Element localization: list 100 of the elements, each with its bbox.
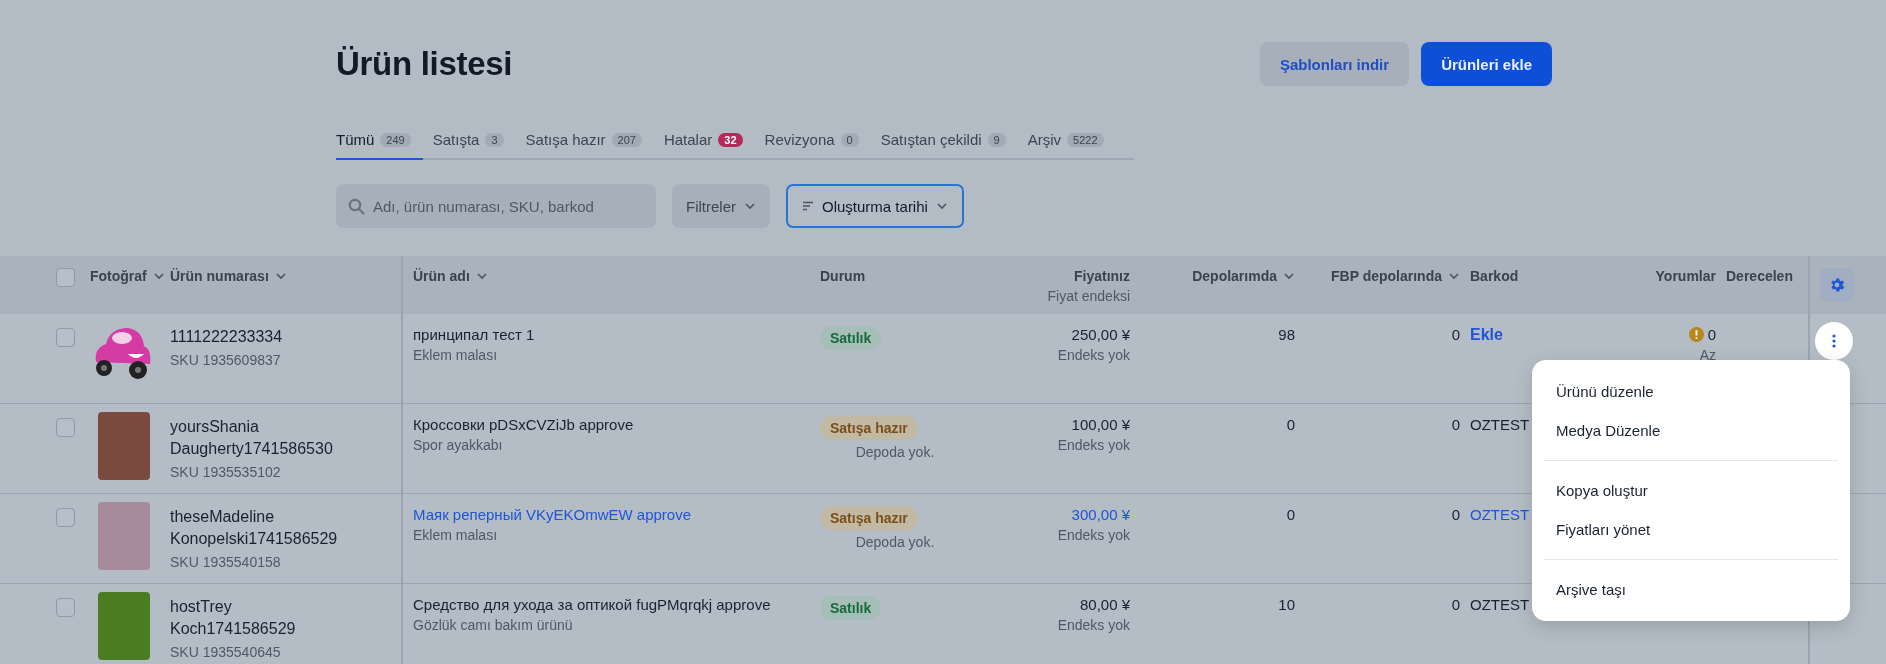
chevron-down-icon (152, 272, 165, 280)
product-number: yoursShania Daugherty1741586530 (170, 417, 333, 459)
add-products-button[interactable]: Ürünleri ekle (1421, 42, 1552, 86)
count-badge: 32 (718, 132, 743, 147)
filter-tab[interactable]: Satıştan çekildi 9 (880, 131, 1018, 160)
category-text: Eklem malası (413, 527, 498, 543)
column-header[interactable]: Derecelen (1726, 268, 1793, 284)
download-templates-button[interactable]: Şablonları indir (1259, 42, 1410, 86)
product-number: 1111222233334 (170, 327, 283, 347)
product-name: принципал тест 1 (413, 326, 535, 343)
menu-item[interactable]: Arşive taşı (1544, 570, 1850, 609)
select-all-checkbox[interactable] (56, 268, 75, 287)
fbp-stock-count: 0 (1451, 596, 1460, 613)
column-header[interactable]: FBP depolarında (1331, 268, 1460, 284)
sku-text: SKU 1935535102 (170, 464, 281, 480)
stock-count: 0 (1286, 506, 1295, 523)
stock-count: 0 (1286, 416, 1295, 433)
count-badge: 5222 (1067, 132, 1104, 147)
stock-count: 98 (1278, 326, 1295, 343)
price-text: 300,00 ¥ (1071, 506, 1130, 523)
filter-tab[interactable]: Arşiv 5222 (1027, 131, 1116, 160)
sku-text: SKU 1935540645 (170, 644, 281, 660)
chevron-down-icon (1283, 272, 1295, 280)
sort-icon (802, 201, 814, 211)
price-index-text: Endeks yok (1057, 527, 1130, 543)
status-badge: Satılık (820, 326, 882, 350)
column-subheader: Fiyat endeksi (1047, 288, 1130, 304)
column-header[interactable]: Ürün numarası (170, 268, 287, 284)
menu-item[interactable]: Kopya oluştur (1544, 471, 1850, 510)
product-name-link[interactable]: Маяк реперный VKyEKOmwEW approve (413, 506, 691, 523)
column-header[interactable]: Fotoğraf (90, 268, 165, 284)
row-checkbox[interactable] (56, 328, 75, 347)
product-name: Кроссовки pDSxCVZiJb approve (413, 416, 634, 433)
column-header[interactable]: Depolarımda (1192, 268, 1295, 284)
filter-tab[interactable]: Revizyona 0 (764, 131, 871, 160)
menu-item[interactable]: Medya Düzenle (1544, 411, 1850, 450)
fbp-stock-count: 0 (1451, 326, 1460, 343)
tab-label: Satıştan çekildi (880, 131, 982, 148)
count-badge: 0 (840, 132, 859, 147)
filter-tab[interactable]: Hatalar 32 (663, 131, 755, 160)
column-header[interactable]: Barkod (1470, 268, 1519, 284)
price-index-text: Endeks yok (1057, 617, 1130, 633)
tab-label: Satışa hazır (525, 131, 606, 148)
price-text: 100,00 ¥ (1071, 416, 1130, 433)
tab-label: Hatalar (663, 131, 713, 148)
chevron-down-icon (274, 272, 287, 280)
settings-button[interactable] (1820, 268, 1854, 302)
category-text: Eklem malası (413, 347, 498, 363)
column-header[interactable]: Fiyatınız (1074, 268, 1130, 284)
column-header[interactable]: Durum (820, 268, 866, 284)
product-number: hostTrey Koch1741586529 (170, 597, 296, 639)
fbp-stock-count: 0 (1451, 506, 1460, 523)
filters-button[interactable]: Filtreler (672, 184, 770, 228)
tab-label: Arşiv (1027, 131, 1062, 148)
count-badge: 249 (380, 132, 411, 147)
count-badge: 3 (485, 132, 504, 147)
tab-label: Tümü (336, 131, 375, 148)
filter-tab[interactable]: Satışta 3 (432, 131, 516, 160)
page-title: Ürün listesi (336, 45, 513, 83)
chevron-down-icon (1448, 272, 1460, 280)
count-badge: 207 (611, 132, 642, 147)
status-note: Depoda yok. (855, 534, 935, 550)
product-name: Средство для ухода за оптикой fugPMqrqkj approve (413, 596, 771, 613)
status-badge: Satılık (820, 596, 882, 620)
row-checkbox[interactable] (56, 508, 75, 527)
barcode-text: OZTEST (1470, 596, 1530, 613)
search-input[interactable]: Adı, ürün numarası, SKU, barkod (370, 196, 644, 216)
category-text: Spor ayakkabı (413, 437, 503, 453)
more-vertical-icon (1832, 334, 1836, 348)
sort-button[interactable]: Oluşturma tarihi (786, 184, 964, 228)
barcode-text: OZTEST (1470, 506, 1530, 523)
status-badge: Satışa hazır (820, 506, 918, 530)
product-number: theseMadeline Konopelski1741586529 (170, 507, 338, 549)
review-note: Az (1699, 347, 1716, 363)
column-header[interactable]: Ürün adı (413, 268, 488, 284)
price-index-text: Endeks yok (1057, 437, 1130, 453)
chevron-down-icon (475, 272, 488, 280)
filter-tab[interactable]: Satışa hazır 207 (525, 131, 654, 160)
status-badge: Satışa hazır (820, 416, 918, 440)
menu-item[interactable]: Fiyatları yönet (1544, 510, 1850, 549)
row-checkbox[interactable] (56, 598, 75, 617)
stock-count: 10 (1278, 596, 1295, 613)
menu-item[interactable]: Ürünü düzenle (1544, 372, 1850, 411)
row-checkbox[interactable] (56, 418, 75, 437)
more-options-button[interactable] (1815, 322, 1853, 360)
tab-label: Satışta (432, 131, 480, 148)
price-text: 250,00 ¥ (1071, 326, 1130, 343)
filter-tab[interactable]: Tümü 249 (336, 131, 423, 160)
column-header[interactable]: Yorumlar (1655, 268, 1716, 284)
chevron-down-icon (744, 202, 756, 210)
price-text: 80,00 ¥ (1079, 596, 1130, 613)
review-count: 0 (1707, 326, 1716, 343)
price-index-text: Endeks yok (1057, 347, 1130, 363)
tab-label: Revizyona (764, 131, 835, 148)
search-field[interactable]: Adı, ürün numarası, SKU, barkod (336, 184, 656, 228)
chevron-down-icon (935, 202, 948, 210)
add-barcode-link[interactable]: Ekle (1470, 326, 1503, 344)
sku-text: SKU 1935609837 (170, 352, 281, 368)
fbp-stock-count: 0 (1451, 416, 1460, 433)
barcode-text: OZTEST (1470, 416, 1530, 433)
